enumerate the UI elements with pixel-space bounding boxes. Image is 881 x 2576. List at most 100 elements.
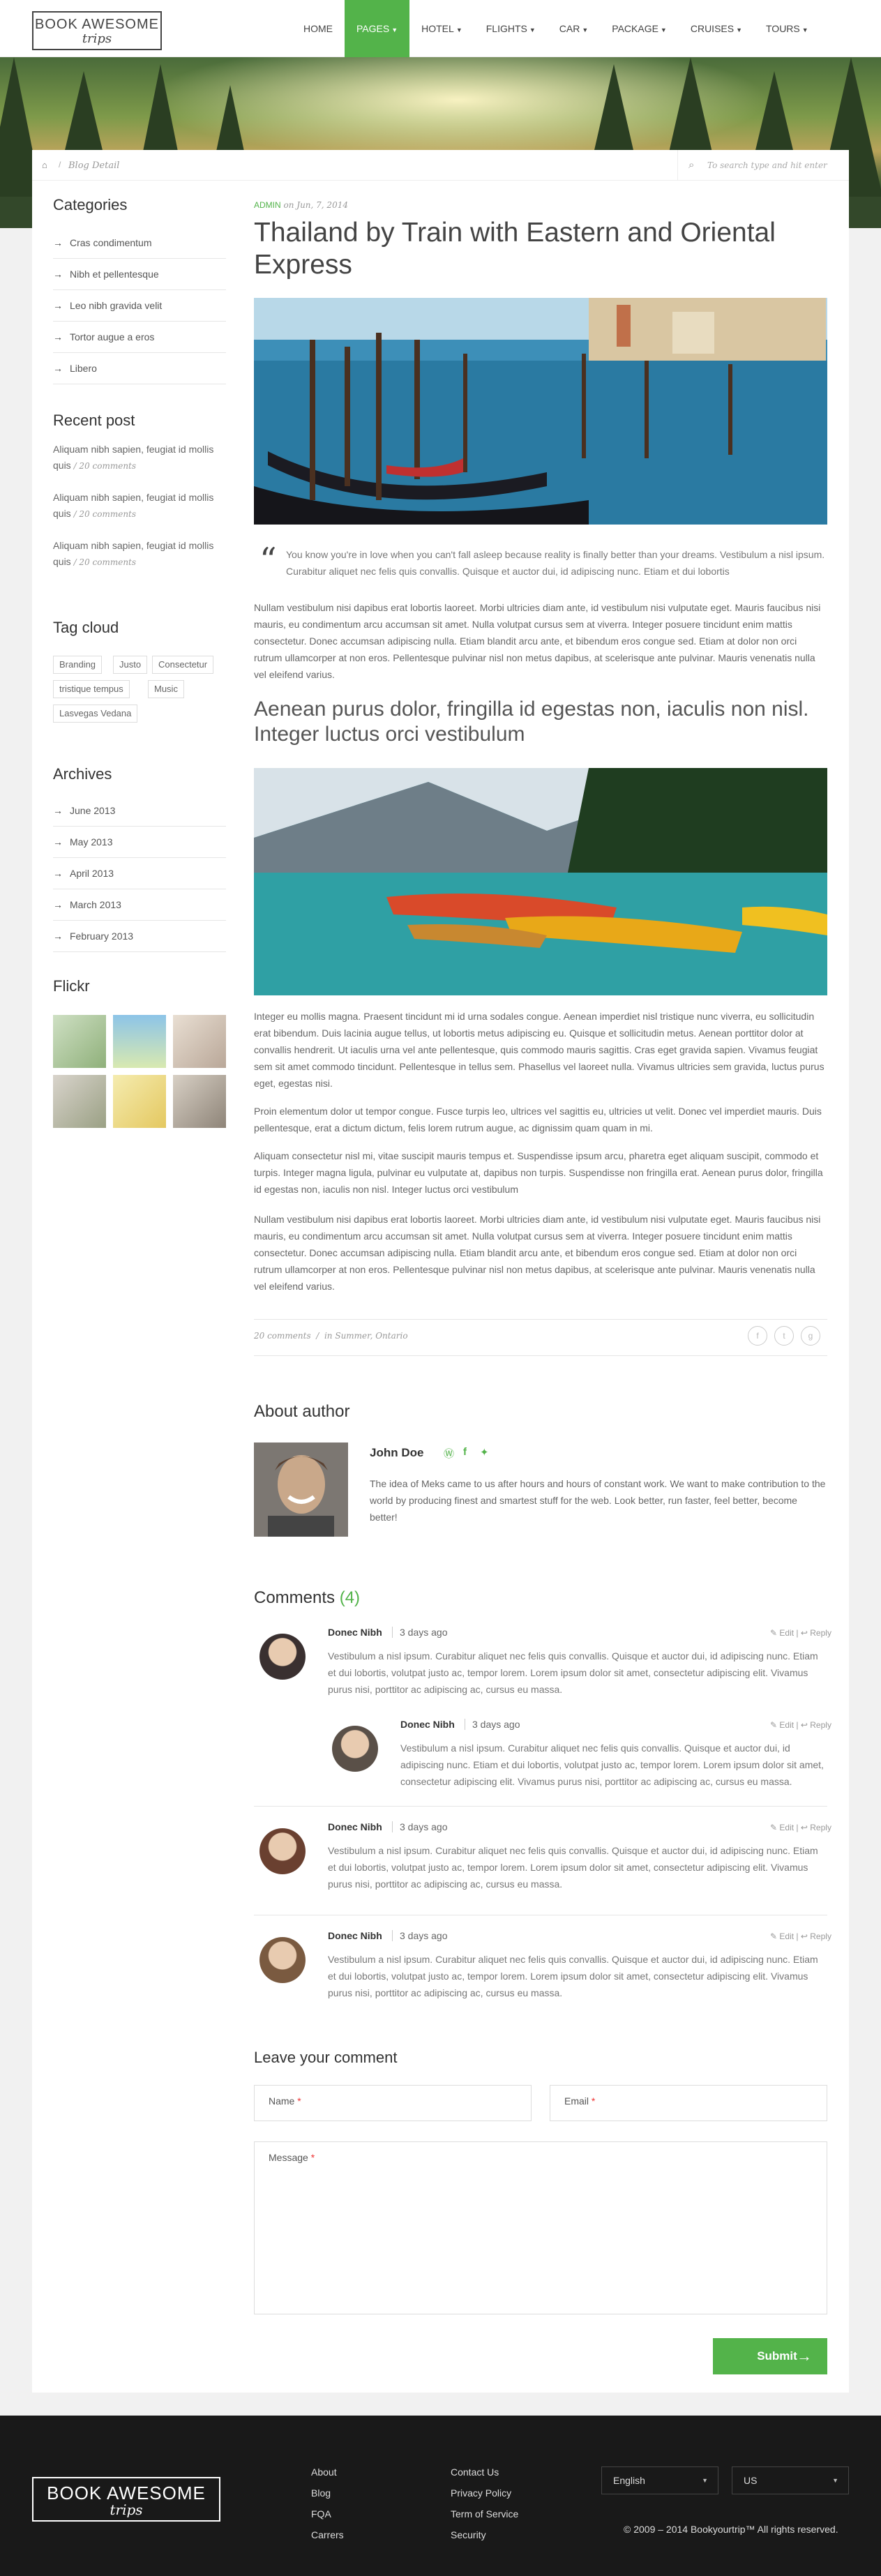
comment-edit-link[interactable]: Edit [779, 1823, 794, 1832]
archive-item[interactable]: → April 2013 [53, 858, 226, 889]
recent-post-item[interactable]: Aliquam nibh sapien, feugiat id mollis q… [53, 442, 227, 474]
nav-item-tours[interactable]: TOURS ▼ [754, 0, 820, 57]
footer-link[interactable]: Carrers [311, 2529, 344, 2540]
reply-icon: ↩ [800, 1931, 811, 1941]
brand-logo[interactable]: BOOK AWESOME trips [32, 11, 162, 50]
archive-label: April 2013 [70, 868, 114, 879]
comment-actions: ✎ Edit | ↩ Reply [770, 1628, 831, 1638]
nav-item-pages[interactable]: PAGES ▼ [345, 0, 410, 57]
post-categories-link[interactable]: Summer, Ontario [335, 1331, 407, 1341]
tag-item[interactable]: Music [148, 680, 184, 698]
footer-link[interactable]: Privacy Policy [451, 2487, 511, 2499]
nav-item-cruises[interactable]: CRUISES ▼ [679, 0, 754, 57]
footer-link[interactable]: Term of Service [451, 2508, 518, 2519]
search-input[interactable]: To search type and hit enter [707, 160, 847, 170]
main-nav: HOME PAGES ▼ HOTEL ▼ FLIGHTS ▼ CAR ▼ PACKAGE ▼ CRUI… [292, 0, 820, 57]
divider [254, 1319, 827, 1320]
message-field[interactable]: Message * [254, 2141, 827, 2314]
nav-item-label: TOURS [766, 23, 800, 34]
comment-reply-link[interactable]: Reply [810, 1720, 831, 1730]
twitter-icon[interactable]: ✦ [480, 1446, 489, 1459]
archive-item[interactable]: → February 2013 [53, 921, 226, 952]
leave-comment-title: Leave your comment [254, 2049, 398, 2066]
wordpress-icon[interactable]: Ⓦ [444, 1446, 454, 1461]
category-item[interactable]: → Cras condimentum [53, 227, 226, 259]
nav-item-hotel[interactable]: HOTEL ▼ [409, 0, 474, 57]
nav-item-label: CRUISES [690, 23, 735, 34]
language-select[interactable]: English ▼ [601, 2466, 718, 2494]
email-field[interactable]: Email * [550, 2085, 827, 2121]
home-icon[interactable]: ⌂ [42, 160, 47, 170]
name-field[interactable]: Name * [254, 2085, 532, 2121]
nav-item-label: PACKAGE [612, 23, 658, 34]
categories-title: Categories [53, 196, 128, 213]
tags-title: Tag cloud [53, 619, 119, 636]
tag-item[interactable]: Branding [53, 656, 103, 674]
site-header: BOOK AWESOME trips HOME PAGES ▼ HOTEL ▼ FLIGH… [0, 0, 881, 57]
tag-item[interactable]: Justo [113, 656, 148, 674]
region-select[interactable]: US ▼ [732, 2466, 849, 2494]
nav-item-home[interactable]: HOME [292, 0, 345, 57]
flickr-thumb[interactable] [173, 1075, 226, 1128]
nav-item-label: FLIGHTS [485, 23, 527, 34]
facebook-icon[interactable]: f [748, 1326, 767, 1346]
comment-body: Vestibulum a nisl ipsum. Curabitur aliqu… [328, 1650, 818, 1695]
footer-link[interactable]: Blog [311, 2487, 331, 2499]
category-item[interactable]: → Libero [53, 353, 226, 384]
comment-body: Vestibulum a nisl ipsum. Curabitur aliqu… [328, 1845, 818, 1890]
archive-label: June 2013 [70, 805, 116, 816]
arrow-right-icon: → [53, 300, 63, 311]
tag-item[interactable]: Consectetur [152, 656, 214, 674]
category-item[interactable]: → Tortor augue a eros [53, 322, 226, 353]
category-label: Tortor augue a eros [70, 331, 155, 342]
flickr-thumb[interactable] [113, 1075, 166, 1128]
flickr-thumb[interactable] [173, 1015, 226, 1068]
archive-item[interactable]: → March 2013 [53, 889, 226, 921]
footer-link[interactable]: Security [451, 2529, 486, 2540]
tag-item[interactable]: Lasvegas Vedana [53, 705, 138, 723]
comment-avatar [259, 1634, 306, 1680]
comments-count-link[interactable]: 20 comments [254, 1331, 311, 1341]
nav-item-package[interactable]: PACKAGE ▼ [600, 0, 679, 57]
comment-reply-link[interactable]: Reply [810, 1823, 831, 1832]
submit-button[interactable]: Submit → [713, 2338, 827, 2374]
comment-edit-link[interactable]: Edit [779, 1720, 794, 1730]
post-author[interactable]: ADMIN [254, 200, 281, 210]
category-item[interactable]: → Leo nibh gravida velit [53, 290, 226, 322]
comment-edit-link[interactable]: Edit [779, 1628, 794, 1638]
archive-item[interactable]: → May 2013 [53, 827, 226, 858]
facebook-icon[interactable]: f [463, 1446, 467, 1458]
post-paragraph: Nullam vestibulum nisi dapibus erat lobo… [254, 602, 821, 680]
twitter-icon[interactable]: t [774, 1326, 794, 1346]
comment-reply-link[interactable]: Reply [810, 1931, 831, 1941]
meta-in: in [324, 1331, 333, 1341]
footer-link[interactable]: About [311, 2466, 337, 2478]
footer-logo[interactable]: BOOK AWESOME trips [32, 2477, 220, 2522]
chevron-down-icon: ▼ [702, 2477, 708, 2484]
recent-post-item[interactable]: Aliquam nibh sapien, feugiat id mollis q… [53, 490, 227, 522]
nav-item-flights[interactable]: FLIGHTS ▼ [474, 0, 548, 57]
flickr-thumb[interactable] [53, 1075, 106, 1128]
tag-item[interactable]: tristique tempus [53, 680, 130, 698]
recent-post-item[interactable]: Aliquam nibh sapien, feugiat id mollis q… [53, 538, 227, 571]
archive-item[interactable]: → June 2013 [53, 795, 226, 827]
category-item[interactable]: → Nibh et pellentesque [53, 259, 226, 290]
archive-label: May 2013 [70, 836, 113, 848]
search-box[interactable]: ⌕ To search type and hit enter [677, 150, 849, 181]
chevron-down-icon: ▼ [832, 2477, 838, 2484]
divider [254, 1355, 827, 1356]
arrow-right-icon: → [53, 836, 63, 848]
comment-edit-link[interactable]: Edit [779, 1931, 794, 1941]
flickr-thumb[interactable] [113, 1015, 166, 1068]
arrow-right-icon: → [53, 868, 63, 879]
nav-item-car[interactable]: CAR ▼ [548, 0, 600, 57]
required-mark: * [591, 2095, 596, 2107]
footer-link[interactable]: FQA [311, 2508, 331, 2519]
comment-author: Donec Nibh [400, 1719, 455, 1730]
comment-reply-link[interactable]: Reply [810, 1628, 831, 1638]
reply-icon: ↩ [800, 1628, 811, 1638]
googleplus-icon[interactable]: g [801, 1326, 820, 1346]
flickr-thumb[interactable] [53, 1015, 106, 1068]
search-icon[interactable]: ⌕ [688, 159, 694, 171]
footer-link[interactable]: Contact Us [451, 2466, 499, 2478]
